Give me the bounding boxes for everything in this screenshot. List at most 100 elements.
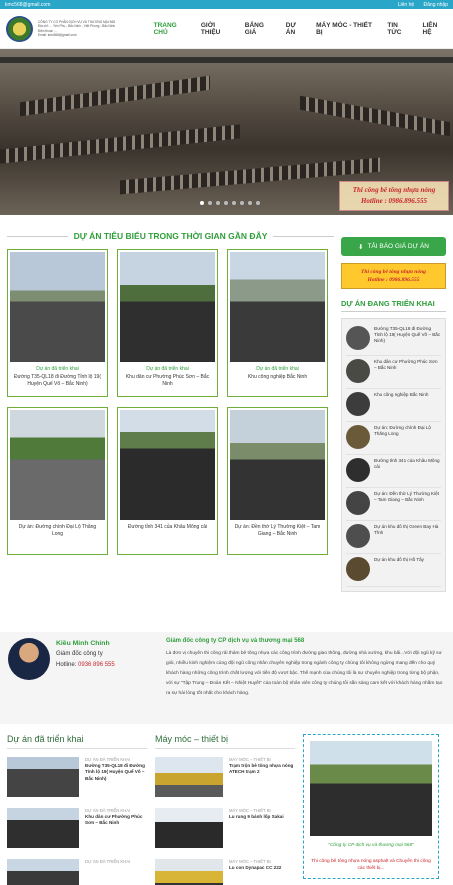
- thumbnail[interactable]: [346, 359, 370, 383]
- slider-dot[interactable]: [232, 201, 236, 205]
- thumbnail[interactable]: [346, 458, 370, 482]
- director-bio: Kiều Minh Chính Giám đốc công ty Hotline…: [0, 632, 453, 724]
- site-header: CÔNG TY CỔ PHẦN DỊCH VỤ VÀ THƯƠNG MẠI 56…: [0, 9, 453, 49]
- list-item[interactable]: Đường tỉnh 341 của Khâu Mông cải: [346, 455, 441, 488]
- description-title: Giám đốc công ty CP dịch vụ và thương mạ…: [166, 638, 305, 644]
- item-title[interactable]: Khu dân cư Phường Phúc Sơn – Bắc Ninh: [85, 814, 142, 825]
- list-item[interactable]: Dự án: Đường chính Đại Lộ Thăng Long: [346, 422, 441, 455]
- list-item[interactable]: MÁY MÓC – THIẾT BỊ Lu rung 9 bánh lốp Sak…: [155, 808, 295, 859]
- project-category[interactable]: Dự án đã triển khai: [10, 366, 105, 372]
- item-title[interactable]: Lu con Dynapac CC 222: [229, 865, 281, 870]
- nav-equipment[interactable]: MÁY MÓC - THIẾT BỊ: [316, 22, 377, 36]
- slider-dot[interactable]: [208, 201, 212, 205]
- item-title[interactable]: Đường T35-QL18 đi Đường Tỉnh lộ 19( Huyệ…: [85, 763, 145, 780]
- hotline-number[interactable]: 0936 896 555: [78, 662, 115, 668]
- thumbnail[interactable]: [155, 859, 223, 885]
- project-image[interactable]: [120, 410, 215, 520]
- project-card[interactable]: Dự án: Đường chính Đại Lộ Thăng Long: [7, 407, 108, 555]
- slider-dot[interactable]: [216, 201, 220, 205]
- project-card[interactable]: Đường tỉnh 341 của Khâu Mông cải: [117, 407, 218, 555]
- project-image[interactable]: [230, 410, 325, 520]
- main-nav: TRANG CHỦ GIỚI THIỆU BẢNG GIÁ DỰ ÁN MÁY …: [154, 22, 447, 36]
- list-item[interactable]: Khu công nghiệp Bắc Ninh: [346, 389, 441, 422]
- thumbnail[interactable]: [155, 757, 223, 797]
- list-item-title[interactable]: Dự án khu đô thị Green Bay Hà Tĩnh: [374, 524, 441, 536]
- project-title[interactable]: Đường T35-QL18 đi Đường Tỉnh lộ 19( Huyệ…: [10, 374, 105, 388]
- thumbnail[interactable]: [346, 326, 370, 350]
- list-item[interactable]: MÁY MÓC – THIẾT BỊ Trạm trộn bê tông nhựa…: [155, 757, 295, 808]
- slider-dot[interactable]: [200, 201, 204, 205]
- slider-dot[interactable]: [224, 201, 228, 205]
- list-item[interactable]: Dự án khu đô thị Hồ Tây: [346, 554, 441, 587]
- list-item-title[interactable]: Dự án khu đô thị Hồ Tây: [374, 557, 424, 563]
- director-role: Giám đốc công ty: [56, 651, 103, 657]
- project-category[interactable]: Dự án đã triển khai: [230, 366, 325, 372]
- company-email: Email: kmc568@gmail.com: [37, 33, 77, 37]
- list-item[interactable]: Đường T35-QL18 đi Đường Tỉnh lộ 19( Huyệ…: [346, 323, 441, 356]
- slider-dot[interactable]: [256, 201, 260, 205]
- item-title[interactable]: Trạm trộn bê tông nhựa nóng ATECH trạm 2: [229, 763, 293, 774]
- list-item-title[interactable]: Khu công nghiệp Bắc Ninh: [374, 392, 428, 398]
- project-image[interactable]: [10, 252, 105, 362]
- nav-pricing[interactable]: BẢNG GIÁ: [245, 22, 276, 36]
- list-item[interactable]: DỰ ÁN ĐÃ TRIỂN KHAI Đường T35-QL18 đi Đườ…: [7, 757, 147, 808]
- list-item-title[interactable]: Dự án: Đền thờ Lý Thường Kiệt – Tam Gian…: [374, 491, 441, 503]
- item-title[interactable]: Lu rung 9 bánh lốp Sakai: [229, 814, 284, 819]
- promo-image[interactable]: [310, 741, 432, 836]
- list-item-title[interactable]: Khu dân cư Phường Phúc Sơn – Bắc Ninh: [374, 359, 441, 371]
- project-card[interactable]: Dự án đã triển khai Khu dân cư Phường Ph…: [117, 249, 218, 397]
- list-item[interactable]: DỰ ÁN ĐÃ TRIỂN KHAI Khu dân cư Phường Phú…: [7, 808, 147, 859]
- project-title[interactable]: Khu công nghiệp Bắc Ninh: [230, 374, 325, 381]
- slider-dot[interactable]: [240, 201, 244, 205]
- project-category[interactable]: Dự án đã triển khai: [120, 366, 215, 372]
- thumbnail[interactable]: [7, 859, 79, 885]
- avatar: [8, 638, 50, 680]
- nav-projects[interactable]: DỰ ÁN: [286, 22, 306, 36]
- project-title[interactable]: Khu dân cư Phường Phúc Sơn – Bắc Ninh: [120, 374, 215, 388]
- list-item-title[interactable]: Dự án: Đường chính Đại Lộ Thăng Long: [374, 425, 441, 437]
- banner-line: Thi công bê tông nhựa nóng: [361, 269, 426, 275]
- list-item[interactable]: MÁY MÓC – THIẾT BỊ Lu con Dynapac CC 222: [155, 859, 295, 885]
- completed-projects-column: Dự án đã triển khai DỰ ÁN ĐÃ TRIỂN KHAI Đ…: [7, 734, 147, 885]
- thumbnail[interactable]: [155, 808, 223, 848]
- company-description: Giám đốc công ty CP dịch vụ và thương mạ…: [166, 638, 445, 718]
- project-image[interactable]: [230, 252, 325, 362]
- nav-news[interactable]: TIN TỨC: [387, 22, 412, 36]
- project-image[interactable]: [120, 252, 215, 362]
- download-quote-button[interactable]: ⬇ TẢI BÁO GIÁ DỰ ÁN: [341, 237, 446, 256]
- slider-dots: [200, 201, 260, 205]
- description-text: Là đơn vị chuyên thi công rải thảm bê tô…: [166, 651, 443, 696]
- project-image[interactable]: [10, 410, 105, 520]
- slider-dot[interactable]: [248, 201, 252, 205]
- hero-slider[interactable]: Thi công bê tông nhựa nóng Hotline : 098…: [0, 49, 453, 215]
- list-item[interactable]: DỰ ÁN ĐÃ TRIỂN KHAI: [7, 859, 147, 885]
- thumbnail[interactable]: [7, 808, 79, 848]
- project-title[interactable]: Dự án: Đường chính Đại Lộ Thăng Long: [10, 524, 105, 538]
- contact-link[interactable]: Liên hệ: [398, 2, 414, 8]
- project-card[interactable]: Dự án đã triển khai Khu công nghiệp Bắc …: [227, 249, 328, 397]
- list-item[interactable]: Dự án: Đền thờ Lý Thường Kiệt – Tam Gian…: [346, 488, 441, 521]
- list-item[interactable]: Dự án khu đô thị Green Bay Hà Tĩnh: [346, 521, 441, 554]
- list-item-title[interactable]: Đường T35-QL18 đi Đường Tỉnh lộ 19( Huyệ…: [374, 326, 441, 345]
- nav-contact[interactable]: LIÊN HỆ: [423, 22, 448, 36]
- nav-about[interactable]: GIỚI THIỆU: [201, 22, 235, 36]
- hotline-banner[interactable]: Thi công bê tông nhựa nóng Hotline : 098…: [341, 263, 446, 289]
- column-title: Máy móc – thiết bị: [155, 734, 295, 749]
- thumbnail[interactable]: [346, 392, 370, 416]
- thumbnail[interactable]: [346, 425, 370, 449]
- projects-grid: Dự án đã triển khai Đường T35-QL18 đi Đư…: [7, 249, 334, 555]
- thumbnail[interactable]: [346, 524, 370, 548]
- company-logo[interactable]: [6, 15, 33, 42]
- email-text[interactable]: kmc568@gmail.com: [5, 2, 50, 8]
- thumbnail[interactable]: [346, 491, 370, 515]
- project-card[interactable]: Dự án đã triển khai Đường T35-QL18 đi Đư…: [7, 249, 108, 397]
- nav-home[interactable]: TRANG CHỦ: [154, 22, 191, 36]
- thumbnail[interactable]: [7, 757, 79, 797]
- login-link[interactable]: Đăng nhập: [424, 2, 448, 8]
- thumbnail[interactable]: [346, 557, 370, 581]
- list-item-title[interactable]: Đường tỉnh 341 của Khâu Mông cải: [374, 458, 441, 470]
- project-title[interactable]: Dự án: Đền thờ Lý Thường Kiệt – Tam Gian…: [230, 524, 325, 538]
- project-title[interactable]: Đường tỉnh 341 của Khâu Mông cải: [120, 524, 215, 531]
- project-card[interactable]: Dự án: Đền thờ Lý Thường Kiệt – Tam Gian…: [227, 407, 328, 555]
- list-item[interactable]: Khu dân cư Phường Phúc Sơn – Bắc Ninh: [346, 356, 441, 389]
